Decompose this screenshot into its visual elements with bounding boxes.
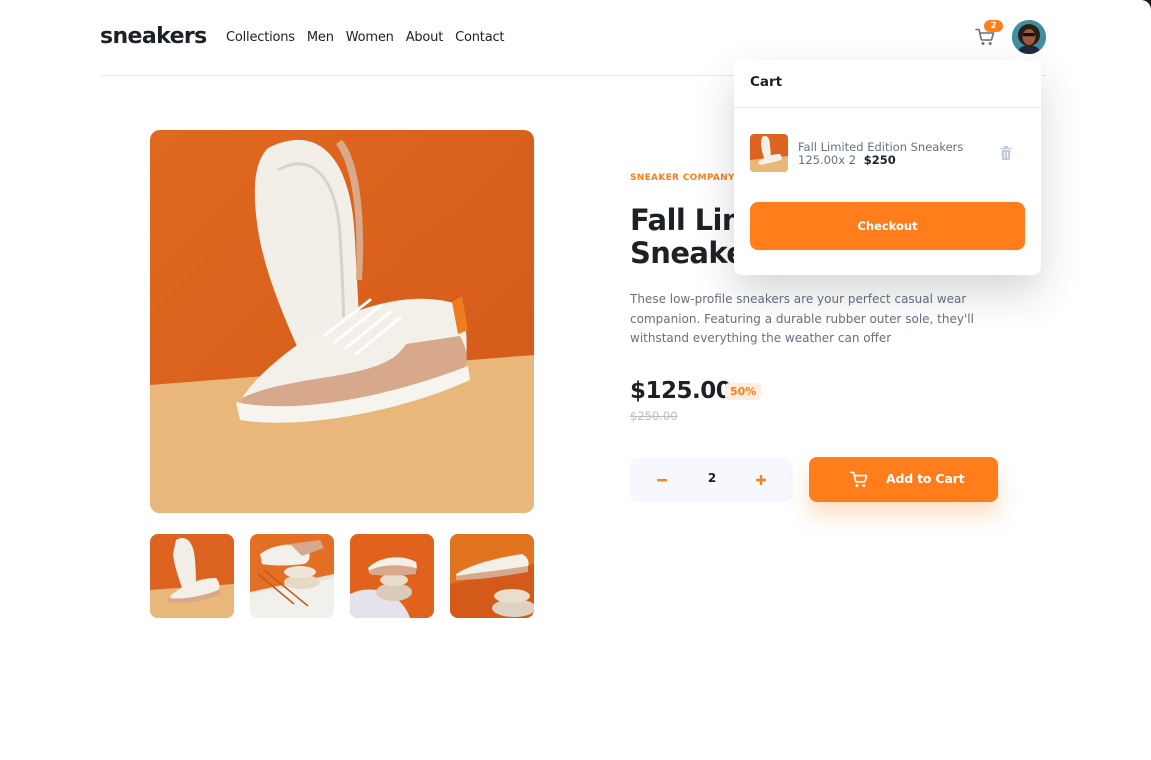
cart-item-line: 125.00x 2 $250 (798, 153, 896, 167)
product-description: These low-profile sneakers are your perf… (630, 292, 974, 345)
cart-item-total: $250 (863, 153, 896, 167)
nav-collections[interactable]: Collections (226, 30, 295, 45)
company-label: SNEAKER COMPANY (630, 173, 735, 183)
checkout-button[interactable]: Checkout (750, 202, 1025, 250)
cart-dropdown: Cart Fall Limited Edition Sneakers 125.0… (734, 60, 1041, 275)
thumbnail-3[interactable] (350, 534, 434, 618)
product-main-image[interactable] (150, 130, 534, 513)
current-price: $125.00 (630, 378, 732, 404)
nav-about[interactable]: About (406, 30, 444, 45)
nav-women[interactable]: Women (346, 30, 394, 45)
cart-count-badge: 2 (984, 20, 1003, 32)
quantity-stepper: 2 (630, 458, 793, 502)
logo[interactable]: sneakers (100, 24, 207, 49)
cart-title: Cart (750, 74, 783, 90)
main-nav: Collections Men Women About Contact (226, 30, 505, 45)
nav-contact[interactable]: Contact (455, 30, 504, 45)
quantity-value: 2 (707, 471, 717, 485)
discount-badge: 50% (725, 383, 762, 400)
avatar[interactable] (1012, 20, 1046, 54)
thumbnail-2[interactable] (250, 534, 334, 618)
original-price: $250.00 (630, 409, 678, 423)
minus-icon[interactable] (650, 468, 674, 492)
nav-men[interactable]: Men (307, 30, 334, 45)
cart-item-name: Fall Limited Edition Sneakers (798, 140, 964, 154)
product-page: sneakers Collections Men Women About Con… (0, 0, 1151, 760)
cart-divider (734, 107, 1041, 108)
thumbnail-4[interactable] (450, 534, 534, 618)
thumbnail-1[interactable] (150, 534, 234, 618)
add-to-cart-label: Add to Cart (886, 471, 965, 486)
add-to-cart-button[interactable]: Add to Cart (809, 457, 998, 502)
cart-item-calc: 125.00x 2 (798, 153, 857, 167)
cart-item-thumbnail[interactable] (750, 134, 788, 172)
cart-icon (850, 471, 868, 488)
trash-icon[interactable] (1000, 146, 1012, 160)
plus-icon[interactable] (749, 468, 773, 492)
